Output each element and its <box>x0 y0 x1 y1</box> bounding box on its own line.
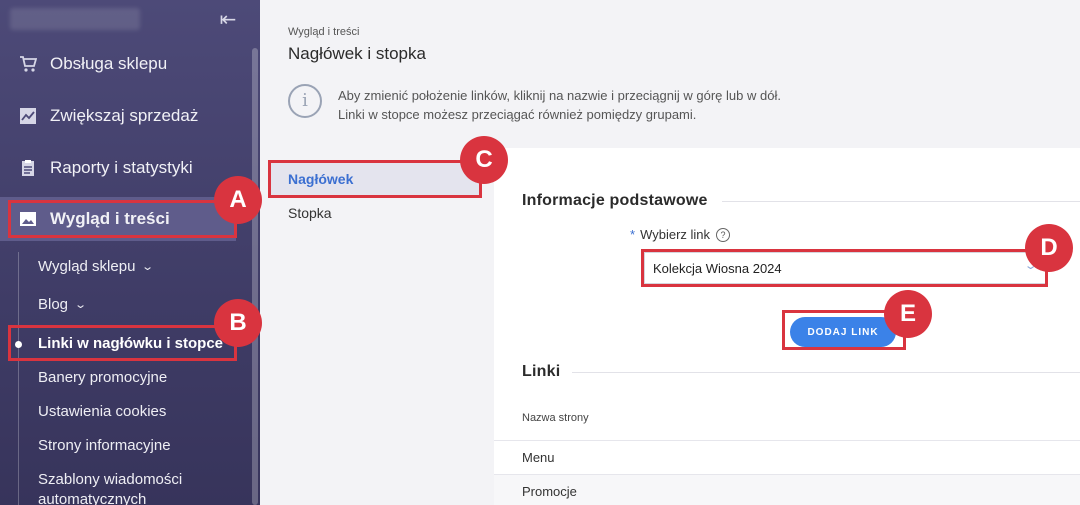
divider <box>722 201 1080 202</box>
subitem-blog[interactable]: Blog ⌄ <box>38 296 88 313</box>
section-title-informacje: Informacje podstawowe <box>522 192 708 209</box>
info-line: Aby zmienić położenie linków, kliknij na… <box>338 88 781 103</box>
subitem-label: Banery promocyjne <box>38 369 168 386</box>
subitem-banery[interactable]: Banery promocyjne <box>38 369 167 386</box>
select-label: * Wybierz link ? <box>630 227 731 242</box>
breadcrumb: Wygląd i treści <box>288 26 360 38</box>
cart-icon <box>18 54 38 74</box>
table-row[interactable]: Promocje <box>494 474 1080 505</box>
select-label-text: Wybierz link <box>640 227 711 242</box>
tab-label: Nagłówek <box>288 171 354 187</box>
chevron-down-icon: ⌄ <box>141 261 155 273</box>
info-icon: i <box>288 84 322 118</box>
tab-stopka[interactable]: Stopka <box>270 195 482 231</box>
subitem-szablony[interactable]: Szablony wiadomości <box>38 471 182 488</box>
sidebar-item-label: Raporty i statystyki <box>50 158 193 177</box>
page-title: Nagłówek i stopka <box>288 44 426 63</box>
section-title-linki: Linki <box>522 363 561 380</box>
store-logo <box>10 8 140 30</box>
sidebar-item-label: Obsługa sklepu <box>50 54 168 73</box>
row-label: Promocje <box>522 484 577 499</box>
subitem-wyglad-sklepu[interactable]: Wygląd sklepu ⌄ <box>38 258 155 275</box>
sidebar-scrollbar[interactable] <box>252 48 258 505</box>
subitem-label: Szablony wiadomości <box>38 471 183 488</box>
annotation-badge-c: C <box>460 136 508 184</box>
sidebar: ⇤ Obsługa sklepu Zwiększaj sprzedaż Rapo… <box>0 0 260 505</box>
collapse-sidebar-icon[interactable]: ⇤ <box>214 8 242 32</box>
subitem-label: Linki w nagłówku i stopce <box>38 335 224 352</box>
info-message: Aby zmienić położenie linków, kliknij na… <box>338 86 781 124</box>
subitem-label: Strony informacyjne <box>38 437 171 454</box>
required-mark: * <box>630 227 636 242</box>
chevron-down-icon: ⌄ <box>74 299 88 311</box>
subitem-linki-w-naglowku[interactable]: Linki w nagłówku i stopce <box>38 335 223 352</box>
add-link-button[interactable]: DODAJ LINK <box>790 317 896 347</box>
submenu-guide-line <box>18 252 19 505</box>
subitem-strony-informacyjne[interactable]: Strony informacyjne <box>38 437 171 454</box>
info-line: Linki w stopce możesz przeciągać również… <box>338 107 697 122</box>
help-icon[interactable]: ? <box>716 227 731 242</box>
sidebar-item-zwiekszaj-sprzedaz[interactable]: Zwiększaj sprzedaż <box>0 94 250 138</box>
sidebar-item-label: Zwiększaj sprzedaż <box>50 106 199 125</box>
chart-icon <box>18 106 38 126</box>
tab-naglowek[interactable]: Nagłówek <box>270 161 482 197</box>
active-dot <box>15 341 22 348</box>
annotation-badge-a: A <box>214 176 262 224</box>
subitem-label: Blog <box>38 296 69 313</box>
table-row[interactable]: Menu <box>494 440 1080 474</box>
sidebar-item-label: Wygląd i treści <box>50 209 170 228</box>
annotation-badge-b: B <box>214 299 262 347</box>
subitem-label: Ustawienia cookies <box>38 403 167 420</box>
subitem-cookies[interactable]: Ustawienia cookies <box>38 403 166 420</box>
annotation-badge-d: D <box>1025 224 1073 272</box>
subitem-szablony-cont[interactable]: automatycznych <box>38 491 146 505</box>
clipboard-icon <box>18 158 38 178</box>
row-label: Menu <box>522 450 555 465</box>
link-select[interactable]: Kolekcja Wiosna 2024 ⌄ <box>644 252 1046 284</box>
annotation-badge-e: E <box>884 290 932 338</box>
image-icon <box>18 209 38 229</box>
divider <box>572 372 1080 373</box>
sidebar-item-obsluga-sklepu[interactable]: Obsługa sklepu <box>0 42 250 86</box>
sidebar-item-raporty[interactable]: Raporty i statystyki <box>0 146 250 190</box>
sidebar-item-wyglad-i-tresci[interactable]: Wygląd i treści <box>0 197 236 241</box>
tab-label: Stopka <box>288 205 332 221</box>
select-value: Kolekcja Wiosna 2024 <box>653 260 782 276</box>
column-header-nazwa-strony: Nazwa strony <box>522 412 589 424</box>
subitem-label: Wygląd sklepu <box>38 258 136 275</box>
subitem-label: automatycznych <box>38 491 147 505</box>
